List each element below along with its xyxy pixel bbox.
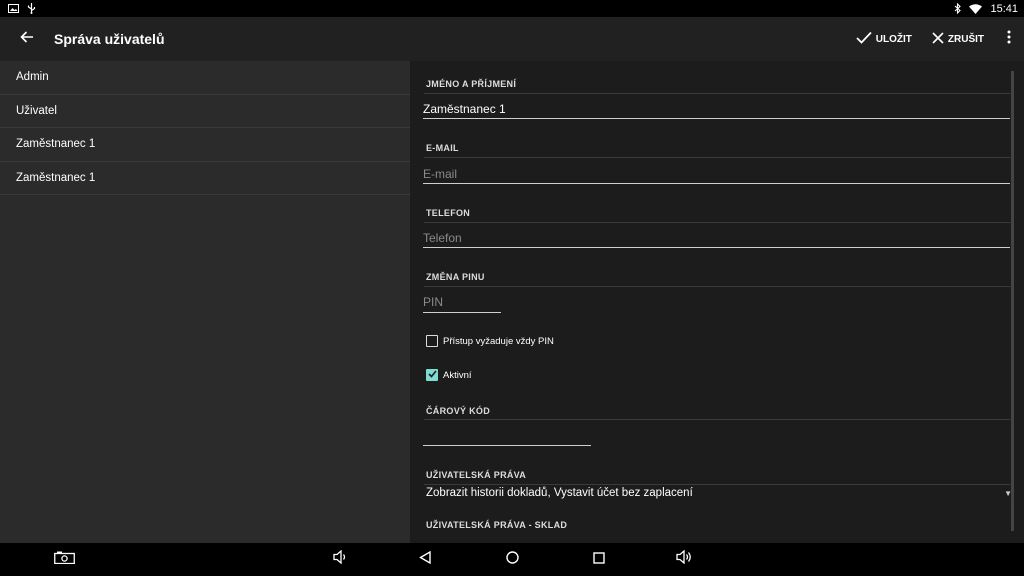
user-name: Uživatel	[16, 104, 57, 117]
barcode-header: ČÁROVÝ KÓD	[426, 406, 491, 416]
recents-button[interactable]	[579, 543, 619, 576]
back-button[interactable]	[0, 17, 54, 61]
divider	[424, 484, 1012, 485]
more-vert-icon	[1007, 30, 1011, 49]
status-time: 15:41	[990, 2, 1018, 15]
screenshot-button[interactable]	[44, 543, 84, 576]
name-field[interactable]: Zaměstnanec 1	[423, 102, 506, 116]
list-item[interactable]: Zaměstnanec 1	[0, 128, 410, 162]
phone-field[interactable]: Telefon	[423, 231, 462, 245]
check-icon	[856, 31, 872, 47]
dropdown-arrow-icon: ▼	[1004, 488, 1012, 498]
save-label: ULOŽIT	[875, 33, 912, 45]
list-item[interactable]: Uživatel	[0, 95, 410, 128]
usb-icon	[27, 3, 36, 14]
arrow-left-icon	[20, 30, 34, 48]
barcode-underline	[423, 445, 591, 446]
screenshot-icon	[53, 551, 75, 569]
wifi-icon	[969, 3, 983, 14]
app-bar: Správa uživatelů ULOŽIT ZRUŠIT	[0, 17, 1024, 61]
user-name: Zaměstnanec 1	[16, 171, 96, 184]
navigation-bar	[0, 543, 1024, 576]
user-detail-form: JMÉNO A PŘÍJMENÍ Zaměstnanec 1 E-MAIL E-…	[410, 61, 1024, 543]
phone-placeholder: Telefon	[423, 231, 462, 245]
page-title: Správa uživatelů	[54, 31, 165, 47]
active-label: Aktivní	[443, 369, 472, 381]
pin-field[interactable]: PIN	[423, 295, 443, 309]
require-pin-label: Přístup vyžaduje vždy PIN	[443, 335, 554, 347]
name-underline	[423, 118, 1010, 119]
divider	[424, 286, 1012, 287]
bluetooth-icon	[954, 3, 962, 14]
status-bar: 15:41	[0, 0, 1024, 17]
user-name: Zaměstnanec 1	[16, 138, 96, 151]
email-field[interactable]: E-mail	[423, 167, 457, 181]
rights-dropdown[interactable]: Zobrazit historii dokladů, Vystavit účet…	[426, 487, 1012, 499]
user-name: Admin	[16, 71, 49, 84]
back-icon	[419, 550, 431, 569]
divider	[424, 419, 1012, 420]
list-item[interactable]: Zaměstnanec 1	[0, 162, 410, 195]
divider	[424, 93, 1012, 94]
require-pin-row[interactable]: Přístup vyžaduje vždy PIN	[426, 335, 554, 347]
close-icon	[932, 31, 944, 47]
rights-value: Zobrazit historii dokladů, Vystavit účet…	[426, 487, 693, 499]
require-pin-checkbox[interactable]	[426, 335, 438, 347]
volume-down-icon	[333, 549, 347, 569]
pin-placeholder: PIN	[423, 295, 444, 309]
form-scrollbar[interactable]	[1011, 71, 1014, 531]
email-header: E-MAIL	[426, 143, 459, 153]
check-icon	[427, 369, 437, 381]
overflow-menu-button[interactable]	[994, 17, 1024, 61]
volume-up-button[interactable]	[664, 543, 704, 576]
stock-rights-header: UŽIVATELSKÁ PRÁVA - SKLAD	[426, 520, 568, 530]
pin-underline	[423, 312, 501, 313]
gallery-icon	[8, 4, 19, 13]
volume-down-button[interactable]	[320, 543, 360, 576]
phone-header: TELEFON	[426, 208, 471, 218]
recents-icon	[593, 551, 605, 569]
phone-underline	[423, 247, 1010, 248]
user-list: Admin Uživatel Zaměstnanec 1 Zaměstnanec…	[0, 61, 410, 543]
email-placeholder: E-mail	[423, 167, 458, 181]
list-item[interactable]: Admin	[0, 61, 410, 95]
rights-header: UŽIVATELSKÁ PRÁVA	[426, 470, 527, 480]
volume-up-icon	[675, 549, 693, 569]
name-value: Zaměstnanec 1	[423, 102, 506, 116]
active-checkbox[interactable]	[426, 369, 438, 381]
home-icon	[505, 550, 519, 569]
pin-header: ZMĚNA PINU	[426, 272, 485, 282]
email-underline	[423, 183, 1010, 184]
active-row[interactable]: Aktivní	[426, 369, 472, 381]
name-header: JMÉNO A PŘÍJMENÍ	[426, 79, 517, 89]
cancel-button[interactable]: ZRUŠIT	[922, 17, 994, 61]
divider	[424, 157, 1012, 158]
save-button[interactable]: ULOŽIT	[846, 17, 922, 61]
divider	[424, 222, 1012, 223]
barcode-field[interactable]	[423, 427, 591, 445]
cancel-label: ZRUŠIT	[947, 33, 984, 45]
home-button[interactable]	[492, 543, 532, 576]
back-nav-button[interactable]	[405, 543, 445, 576]
